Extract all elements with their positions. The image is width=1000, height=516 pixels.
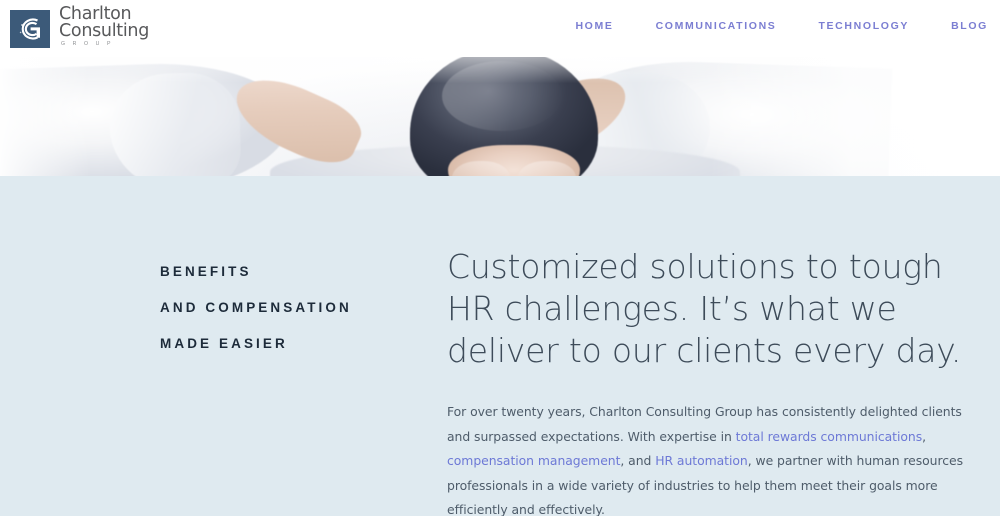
page-title: Customized solutions to tough HR challen… xyxy=(447,247,962,370)
hero-edge-fade xyxy=(0,57,1000,176)
intro-text-part-3: , and xyxy=(620,453,656,468)
nav-home[interactable]: HOME xyxy=(575,19,613,33)
intro-paragraph: For over twenty years, Charlton Consulti… xyxy=(447,400,972,516)
page-root: Charlton Consulting GROUP HOME COMMUNICA… xyxy=(0,0,1000,516)
brand-tagline: GROUP xyxy=(61,41,119,47)
charlton-g-swirl-icon xyxy=(10,9,50,48)
nav-communications[interactable]: COMMUNICATIONS xyxy=(656,19,777,33)
kicker-line-3: MADE EASIER xyxy=(160,336,288,351)
nav-blog[interactable]: BLOG xyxy=(951,19,988,33)
intro-section: BENEFITS AND COMPENSATION MADE EASIER Cu… xyxy=(0,176,1000,516)
intro-text-part-2: , xyxy=(922,428,927,444)
primary-navigation: HOME COMMUNICATIONS TECHNOLOGY BLOG xyxy=(575,19,988,33)
link-hr-automation[interactable]: HR automation xyxy=(655,453,748,468)
hero-photo xyxy=(0,57,1000,176)
site-header: Charlton Consulting GROUP HOME COMMUNICA… xyxy=(0,0,1000,57)
link-total-rewards-communications[interactable]: total rewards communications xyxy=(736,429,923,444)
kicker-line-1: BENEFITS xyxy=(160,264,252,279)
hero-banner xyxy=(0,57,1000,176)
link-compensation-management[interactable]: compensation management xyxy=(447,453,620,468)
brand-wordmark: Charlton Consulting GROUP xyxy=(59,5,150,49)
kicker-line-2: AND COMPENSATION xyxy=(160,300,352,315)
brand-name-line-2: Consulting xyxy=(59,21,150,41)
section-kicker: BENEFITS AND COMPENSATION MADE EASIER xyxy=(160,254,410,362)
intro-copy-column: Customized solutions to tough HR challen… xyxy=(447,246,972,516)
nav-technology[interactable]: TECHNOLOGY xyxy=(818,19,909,33)
site-logo-link[interactable]: Charlton Consulting GROUP xyxy=(10,5,150,50)
